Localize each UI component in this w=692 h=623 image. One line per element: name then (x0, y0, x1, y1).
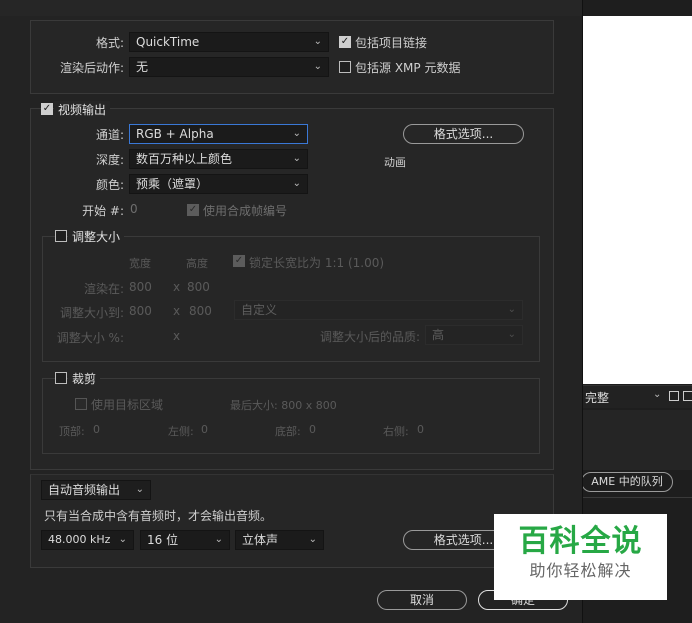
watermark: 百科全说 助你轻松解决 (494, 514, 667, 600)
crop-bottom-label: 底部: (275, 425, 301, 438)
color-label: 颜色: (95, 178, 124, 192)
grid-icon[interactable] (683, 391, 692, 401)
resize-checkbox[interactable] (55, 230, 67, 242)
watermark-title: 百科全说 (518, 524, 643, 559)
include-xmp-checkbox[interactable] (339, 61, 351, 73)
cancel-button[interactable]: 取消 (377, 590, 467, 610)
use-comp-frame-label: 使用合成帧编号 (203, 204, 288, 218)
audio-rate-select[interactable]: 48.000 kHz ⌄ (41, 530, 134, 550)
video-format-options-button[interactable]: 格式选项... (403, 124, 524, 144)
lock-aspect-label: 锁定长宽比为 1:1 (1.00) (249, 256, 385, 270)
watermark-subtitle: 助你轻松解决 (529, 561, 632, 580)
audio-bits-select[interactable]: 16 位 ⌄ (140, 530, 230, 550)
crop-top-value[interactable]: 0 (93, 423, 100, 436)
include-xmp-label: 包括源 XMP 元数据 (355, 61, 461, 75)
crop-right-value[interactable]: 0 (417, 423, 424, 436)
audio-rate-value: 48.000 kHz (48, 533, 111, 546)
resize-preset-select[interactable]: 自定义 ⌄ (234, 300, 523, 320)
chevron-down-icon: ⌄ (292, 128, 301, 139)
use-roi-checkbox[interactable] (75, 398, 87, 410)
crop-right-label: 右侧: (383, 425, 409, 438)
crop-left-value[interactable]: 0 (201, 423, 208, 436)
crop-checkbox[interactable] (55, 372, 67, 384)
audio-info-text: 只有当合成中含有音频时，才会输出音频。 (44, 509, 273, 523)
channels-value: RGB + Alpha (136, 127, 214, 141)
chevron-down-icon: ⌄ (135, 484, 144, 495)
resize-to-height[interactable]: 800 (189, 304, 212, 318)
depth-select[interactable]: 数百万种以上颜色 ⌄ (129, 149, 308, 169)
chevron-down-icon: ⌄ (313, 36, 322, 47)
chevron-down-icon: ⌄ (214, 534, 223, 545)
chevron-down-icon: ⌄ (313, 61, 322, 72)
render-at-width: 800 (129, 280, 152, 294)
composition-viewer (583, 16, 692, 384)
quality-dropdown[interactable]: 完整 ⌄ (585, 389, 665, 405)
ame-queue-button[interactable]: AME 中的队列 (581, 472, 673, 492)
depth-value: 数百万种以上颜色 (136, 152, 233, 166)
resize-quality-select[interactable]: 高 ⌄ (425, 325, 523, 345)
include-project-link-checkbox[interactable]: ✓ (339, 36, 351, 48)
chevron-down-icon: ⌄ (507, 304, 516, 315)
audio-channels-select[interactable]: 立体声 ⌄ (235, 530, 324, 550)
resize-to-width[interactable]: 800 (129, 304, 152, 318)
color-value: 预乘（遮罩） (136, 177, 209, 191)
audio-channels-value: 立体声 (242, 533, 279, 547)
post-render-value: 无 (136, 60, 149, 74)
post-render-label: 渲染后动作: (59, 61, 124, 75)
lock-aspect-checkbox[interactable]: ✓ (233, 255, 245, 267)
queue-divider (583, 497, 692, 498)
codec-info: 动画 (384, 156, 406, 169)
resize-quality-value: 高 (432, 328, 445, 342)
chevron-down-icon: ⌄ (507, 329, 516, 340)
video-output-section-label: 视频输出 (54, 101, 111, 118)
render-at-height: 800 (187, 280, 210, 294)
color-select[interactable]: 预乘（遮罩） ⌄ (129, 174, 308, 194)
resize-pct-label: 调整大小 %: (56, 331, 124, 345)
format-label: 格式: (95, 36, 124, 50)
width-header: 宽度 (129, 257, 151, 270)
resize-preset-value: 自定义 (241, 303, 278, 317)
render-at-x: x (173, 280, 181, 294)
crop-bottom-value[interactable]: 0 (309, 423, 316, 436)
format-value: QuickTime (136, 35, 200, 49)
resize-to-label: 调整大小到: (59, 306, 124, 320)
channels-label: 通道: (95, 128, 124, 142)
crop-section-label: 裁剪 (68, 370, 101, 387)
chevron-down-icon: ⌄ (653, 389, 662, 400)
use-comp-frame-checkbox[interactable]: ✓ (187, 204, 199, 216)
depth-label: 深度: (95, 153, 124, 167)
channels-select[interactable]: RGB + Alpha ⌄ (129, 124, 308, 144)
viewer-toolbar: 完整 ⌄ (583, 385, 692, 408)
format-select[interactable]: QuickTime ⌄ (129, 32, 329, 52)
final-size-label: 最后大小: 800 x 800 (230, 399, 337, 412)
resize-to-x: x (173, 304, 181, 318)
use-roi-label: 使用目标区域 (91, 398, 164, 412)
crop-left-label: 左侧: (168, 425, 194, 438)
render-at-label: 渲染在: (83, 282, 124, 296)
audio-mode-value: 自动音频输出 (48, 483, 121, 497)
dialog-top-strip (0, 0, 582, 16)
render-queue-panel (583, 410, 692, 470)
audio-bits-value: 16 位 (147, 533, 179, 547)
include-project-link-label: 包括项目链接 (355, 36, 428, 50)
chevron-down-icon: ⌄ (118, 534, 127, 545)
resize-section-label: 调整大小 (68, 228, 125, 245)
view-layout-icon[interactable] (669, 391, 679, 401)
chevron-down-icon: ⌄ (308, 534, 317, 545)
height-header: 高度 (186, 257, 208, 270)
chevron-down-icon: ⌄ (292, 153, 301, 164)
resize-pct-x: x (173, 329, 181, 343)
start-frame-label: 开始 #: (82, 204, 124, 218)
post-render-select[interactable]: 无 ⌄ (129, 57, 329, 77)
chevron-down-icon: ⌄ (292, 178, 301, 189)
start-frame-value[interactable]: 0 (130, 202, 138, 216)
crop-top-label: 顶部: (59, 425, 85, 438)
video-output-checkbox[interactable]: ✓ (41, 103, 53, 115)
quality-dropdown-label: 完整 (585, 391, 610, 405)
crop-panel (42, 378, 540, 454)
audio-mode-select[interactable]: 自动音频输出 ⌄ (41, 480, 151, 500)
resize-quality-label: 调整大小后的品质: (319, 330, 420, 344)
